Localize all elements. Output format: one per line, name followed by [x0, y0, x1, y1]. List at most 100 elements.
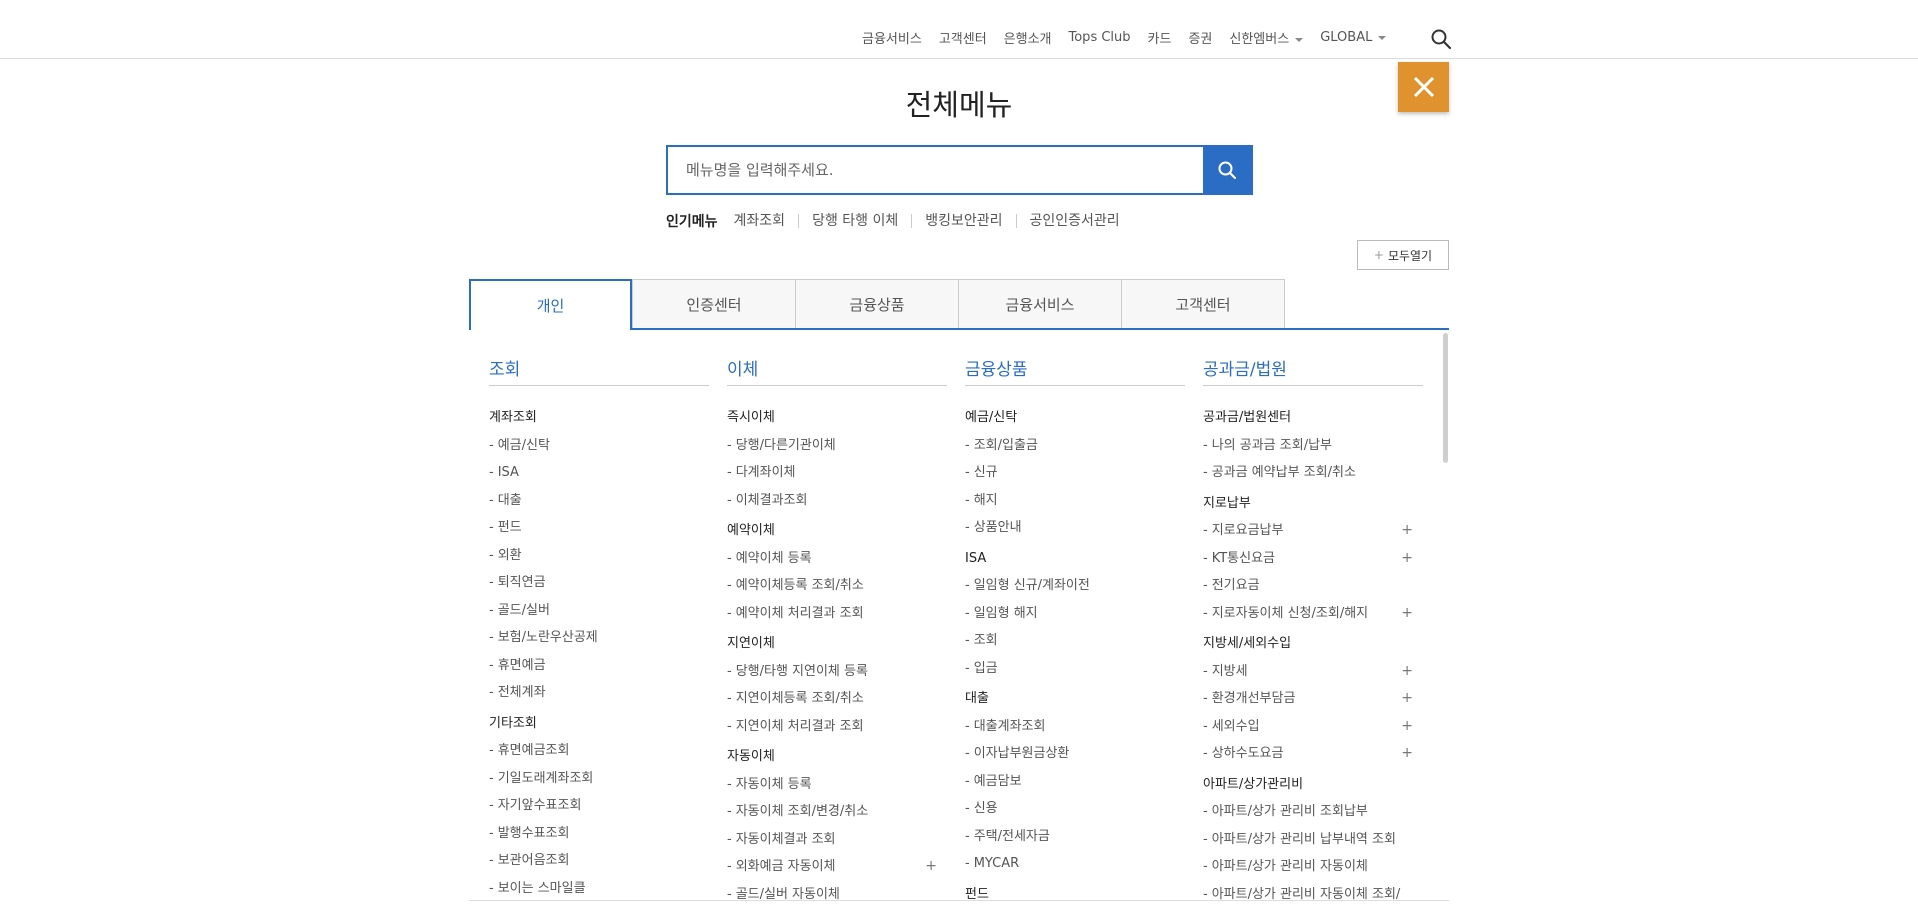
menu-item[interactable]: - 상하수도요금 + — [1203, 740, 1423, 768]
menu-item[interactable]: - 입금 — [965, 655, 1185, 683]
menu-item[interactable]: - 지로자동이체 신청/조회/해지 + — [1203, 600, 1423, 628]
menu-item[interactable]: - MYCAR — [965, 850, 1185, 878]
menu-item[interactable]: - 지로요금납부 + — [1203, 517, 1423, 545]
expand-plus-icon[interactable]: + — [1401, 685, 1413, 713]
menu-item[interactable]: - 골드/실버 자동이체 — [727, 881, 947, 902]
tab-financial-products[interactable]: 금융상품 — [795, 279, 959, 328]
menu-group-heading[interactable]: 지로납부 — [1203, 490, 1423, 518]
menu-item[interactable]: - 신규 — [965, 459, 1185, 487]
expand-plus-icon[interactable]: + — [1401, 517, 1413, 545]
menu-item[interactable]: - 이체결과조회 — [727, 487, 947, 515]
menu-item[interactable]: - 아파트/상가 관리비 자동이체 조회/ — [1203, 881, 1423, 902]
menu-item[interactable]: - 자동이체 등록 — [727, 771, 947, 799]
menu-item[interactable]: - 주택/전세자금 — [965, 823, 1185, 851]
expand-plus-icon[interactable]: + — [1401, 713, 1413, 741]
menu-group-heading[interactable]: 아파트/상가관리비 — [1203, 771, 1423, 799]
topnav-card[interactable]: 카드 — [1148, 28, 1172, 47]
menu-group-heading[interactable]: 예금/신탁 — [965, 404, 1185, 432]
tab-customer-center[interactable]: 고객센터 — [1121, 279, 1285, 328]
menu-item[interactable]: - 조회/입출금 — [965, 432, 1185, 460]
menu-item[interactable]: - 다계좌이체 — [727, 459, 947, 487]
menu-item[interactable]: - 자동이체 조회/변경/취소 — [727, 798, 947, 826]
menu-item[interactable]: - 골드/실버 — [489, 597, 709, 625]
search-icon[interactable] — [1430, 28, 1452, 50]
tab-personal[interactable]: 개인 — [469, 279, 632, 330]
menu-group-heading[interactable]: ISA — [965, 545, 1185, 573]
menu-group-heading[interactable]: 지방세/세외수입 — [1203, 630, 1423, 658]
topnav-shinhan-members-dropdown[interactable]: 신한엠버스 — [1229, 28, 1303, 47]
menu-search-button[interactable] — [1203, 147, 1251, 193]
menu-item[interactable]: - 전기요금 — [1203, 572, 1423, 600]
menu-item[interactable]: - 신용 — [965, 795, 1185, 823]
menu-group-heading[interactable]: 계좌조회 — [489, 404, 709, 432]
menu-item[interactable]: - 예약이체 처리결과 조회 — [727, 600, 947, 628]
menu-item[interactable]: - 상품안내 — [965, 514, 1185, 542]
menu-item[interactable]: - 보관어음조회 — [489, 847, 709, 875]
menu-item[interactable]: - 당행/다른기관이체 — [727, 432, 947, 460]
menu-item[interactable]: - 일임형 신규/계좌이전 — [965, 572, 1185, 600]
menu-group-heading[interactable]: 공과금/법원센터 — [1203, 404, 1423, 432]
menu-item[interactable]: - 예금담보 — [965, 768, 1185, 796]
topnav-financial-services[interactable]: 금융서비스 — [862, 28, 922, 47]
menu-item[interactable]: - 대출 — [489, 487, 709, 515]
menu-group-heading[interactable]: 펀드 — [965, 881, 1185, 902]
menu-group-heading[interactable]: 지연이체 — [727, 630, 947, 658]
menu-item[interactable]: - 대출계좌조회 — [965, 713, 1185, 741]
menu-item[interactable]: - 환경개선부담금 + — [1203, 685, 1423, 713]
menu-item[interactable]: - 보이는 스마일클 — [489, 875, 709, 902]
menu-item[interactable]: - 아파트/상가 관리비 납부내역 조회 — [1203, 826, 1423, 854]
menu-item[interactable]: - 당행/타행 지연이체 등록 — [727, 658, 947, 686]
menu-item[interactable]: - 외환 — [489, 542, 709, 570]
tab-certification-center[interactable]: 인증센터 — [632, 279, 796, 328]
menu-item[interactable]: - 발행수표조회 — [489, 820, 709, 848]
menu-item[interactable]: - KT통신요금 + — [1203, 545, 1423, 573]
expand-plus-icon[interactable]: + — [1401, 545, 1413, 573]
menu-item[interactable]: - 지연이체등록 조회/취소 — [727, 685, 947, 713]
menu-group-heading[interactable]: 예약이체 — [727, 517, 947, 545]
column-title[interactable]: 금융상품 — [965, 355, 1185, 386]
menu-item[interactable]: - 휴면예금 — [489, 652, 709, 680]
menu-item[interactable]: - 나의 공과금 조회/납부 — [1203, 432, 1423, 460]
menu-item[interactable]: - 기일도래계좌조회 — [489, 765, 709, 793]
topnav-about-bank[interactable]: 은행소개 — [1004, 28, 1052, 47]
tab-financial-services[interactable]: 금융서비스 — [958, 279, 1122, 328]
menu-item[interactable]: - 해지 — [965, 487, 1185, 515]
menu-item[interactable]: - 아파트/상가 관리비 조회납부 — [1203, 798, 1423, 826]
column-title[interactable]: 조회 — [489, 355, 709, 386]
content-scrollbar[interactable] — [1443, 333, 1448, 463]
popular-item[interactable]: 계좌조회 — [734, 214, 799, 228]
menu-item[interactable]: - 자동이체결과 조회 — [727, 826, 947, 854]
popular-item[interactable]: 뱅킹보안관리 — [911, 214, 1015, 228]
topnav-customer-center[interactable]: 고객센터 — [939, 28, 987, 47]
menu-item[interactable]: - 전체계좌 — [489, 679, 709, 707]
menu-item[interactable]: - 세외수입 + — [1203, 713, 1423, 741]
column-title[interactable]: 공과금/법원 — [1203, 355, 1423, 386]
menu-item[interactable]: - 외화예금 자동이체 + — [727, 853, 947, 881]
menu-item[interactable]: - 예약이체 등록 — [727, 545, 947, 573]
expand-all-button[interactable]: + 모두열기 — [1357, 240, 1449, 270]
menu-item[interactable]: - 휴면예금조회 — [489, 737, 709, 765]
topnav-securities[interactable]: 증권 — [1188, 28, 1212, 47]
menu-group-heading[interactable]: 기타조회 — [489, 710, 709, 738]
menu-item[interactable]: - ISA — [489, 459, 709, 487]
menu-item[interactable]: - 펀드 — [489, 514, 709, 542]
menu-group-heading[interactable]: 대출 — [965, 685, 1185, 713]
menu-item[interactable]: - 조회 — [965, 627, 1185, 655]
menu-item[interactable]: - 공과금 예약납부 조회/취소 — [1203, 459, 1423, 487]
topnav-global-dropdown[interactable]: GLOBAL — [1320, 30, 1386, 45]
expand-plus-icon[interactable]: + — [1401, 658, 1413, 686]
menu-item[interactable]: - 일임형 해지 — [965, 600, 1185, 628]
popular-item[interactable]: 공인인증서관리 — [1015, 214, 1133, 228]
menu-item[interactable]: - 예금/신탁 — [489, 432, 709, 460]
menu-item[interactable]: - 예약이체등록 조회/취소 — [727, 572, 947, 600]
expand-plus-icon[interactable]: + — [1401, 600, 1413, 628]
menu-group-heading[interactable]: 자동이체 — [727, 743, 947, 771]
menu-item[interactable]: - 지방세 + — [1203, 658, 1423, 686]
expand-plus-icon[interactable]: + — [925, 853, 937, 881]
topnav-tops-club[interactable]: Tops Club — [1069, 30, 1131, 45]
menu-item[interactable]: - 아파트/상가 관리비 자동이체 — [1203, 853, 1423, 881]
menu-item[interactable]: - 보험/노란우산공제 — [489, 624, 709, 652]
menu-item[interactable]: - 이자납부원금상환 — [965, 740, 1185, 768]
menu-group-heading[interactable]: 즉시이체 — [727, 404, 947, 432]
menu-item[interactable]: - 퇴직연금 — [489, 569, 709, 597]
